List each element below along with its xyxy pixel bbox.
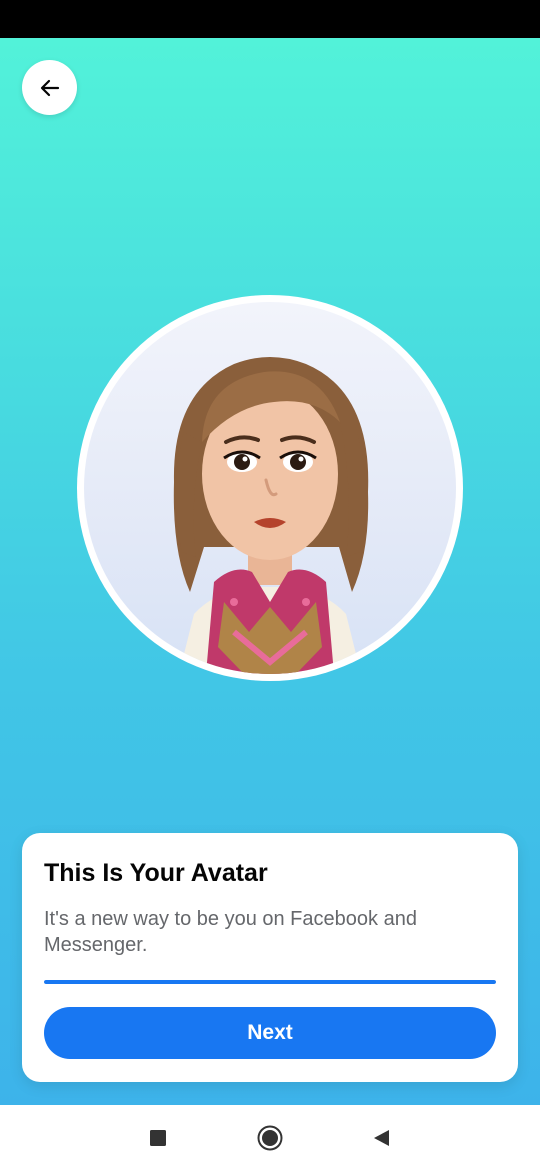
next-button[interactable]: Next [44, 1007, 496, 1059]
arrow-left-icon [40, 79, 59, 96]
avatar-image [84, 302, 456, 674]
triangle-back-icon [374, 1130, 389, 1146]
status-bar [0, 0, 540, 38]
card-title: This Is Your Avatar [44, 859, 268, 887]
recents-button[interactable] [145, 1125, 171, 1151]
home-button[interactable] [257, 1125, 283, 1151]
progress-bar [44, 980, 496, 984]
avatar-frame [77, 295, 463, 681]
back-button[interactable] [22, 60, 77, 115]
circle-home-icon [257, 1125, 283, 1151]
system-back-button[interactable] [368, 1125, 394, 1151]
avatar-info-card: This Is Your Avatar It's a new way to be… [22, 833, 518, 1082]
avatar-intro-screen: This Is Your Avatar It's a new way to be… [0, 38, 540, 1105]
system-navigation-bar [0, 1105, 540, 1170]
square-recents-icon [150, 1130, 166, 1146]
progress-fill [44, 980, 496, 984]
card-subtitle: It's a new way to be you on Facebook and… [44, 908, 417, 956]
